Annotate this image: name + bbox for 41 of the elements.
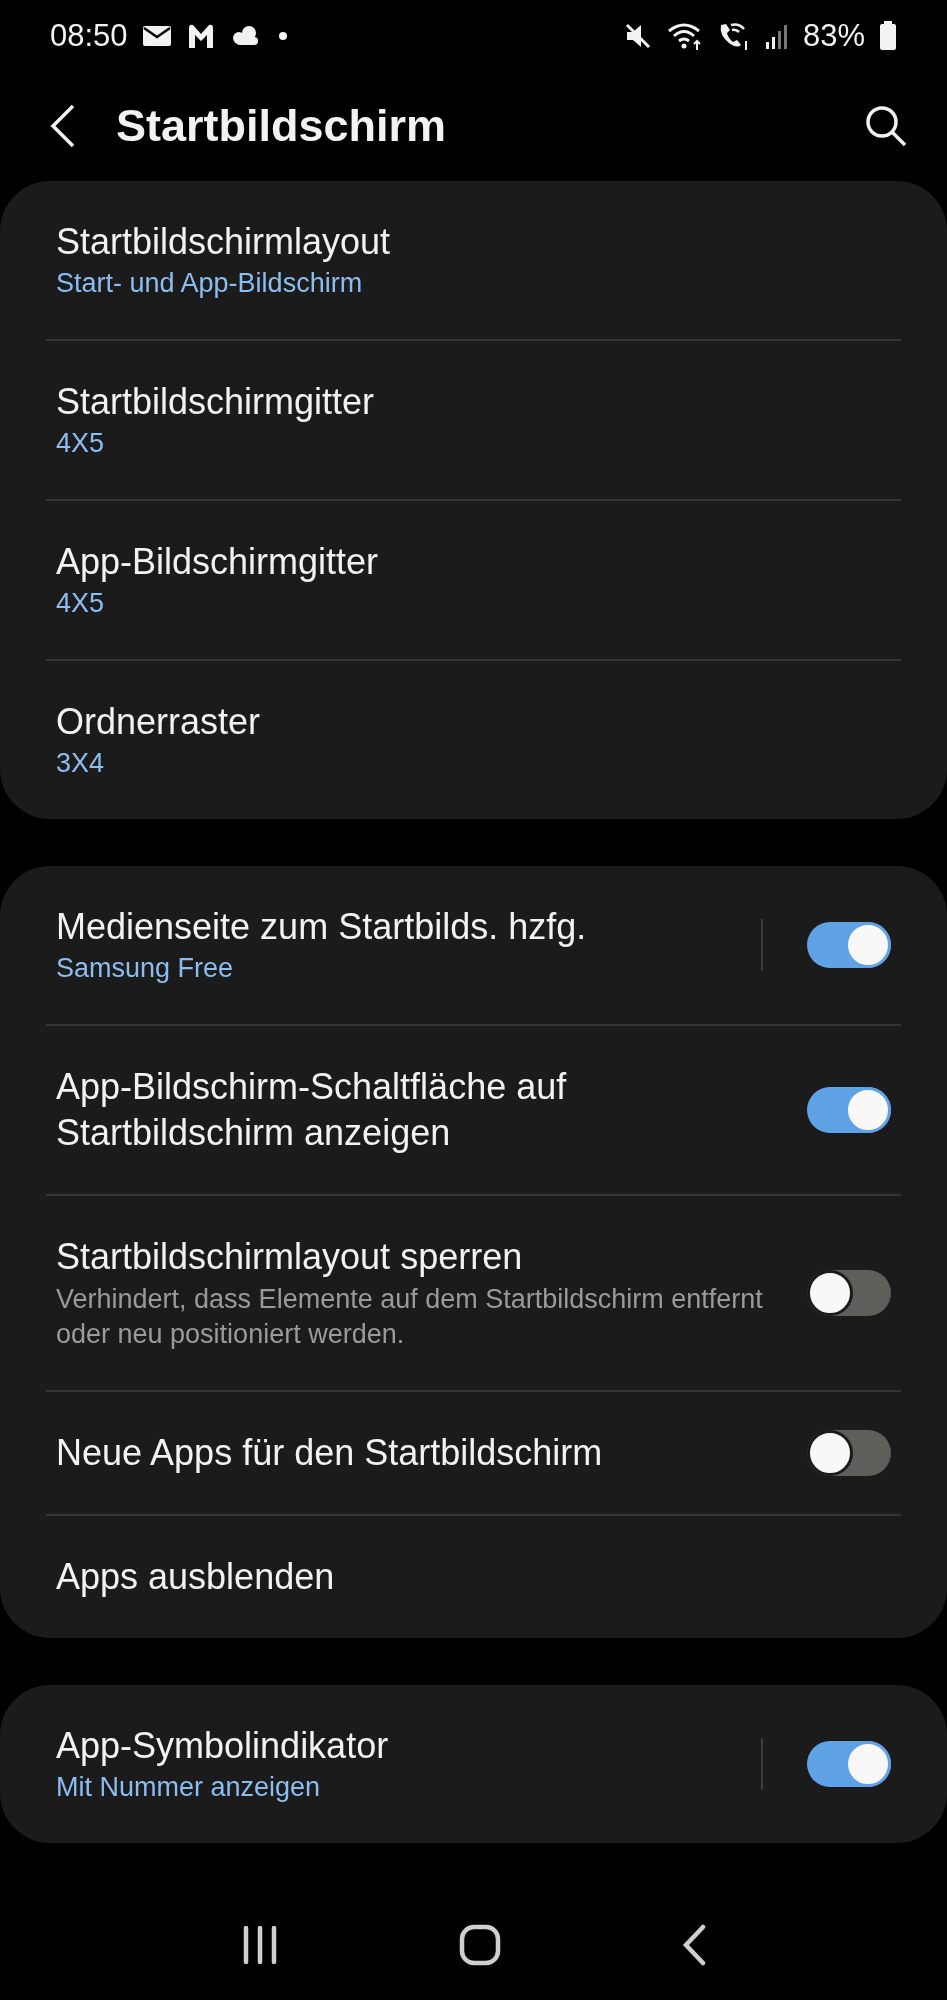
settings-item[interactable]: Ordnerraster 3X4 [0,661,947,819]
settings-item[interactable]: Startbildschirmgitter 4X5 [0,341,947,499]
item-value: Start- und App-Bildschirm [56,267,364,300]
item-value: 4X5 [56,587,106,620]
battery-percentage: 83% [802,17,865,54]
item-title: Startbildschirmgitter [56,380,376,424]
toggle-switch[interactable] [807,1430,891,1476]
item-title: Startbildschirmlayout [56,220,392,264]
toggle-switch[interactable] [807,1087,891,1133]
settings-item[interactable]: App-Bildschirm-Schaltfläche auf Startbildschirm anzeigen [0,1026,947,1194]
settings-item[interactable]: Apps ausblenden [0,1516,947,1638]
item-value: Samsung Free [56,952,235,985]
toggle-switch[interactable] [807,1270,891,1316]
item-value: 3X4 [56,747,106,780]
settings-item[interactable]: Startbildschirmlayout sperren Verhindert, dass Elemente auf dem Startbildschirm entfernt oder neu positioniert werden. [0,1196,947,1390]
item-value: Mit Nummer anzeigen [56,1771,322,1804]
back-icon[interactable] [50,104,76,149]
settings-item[interactable]: App-Symbolindikator Mit Nummer anzeigen [0,1685,947,1843]
battery-icon [879,20,897,51]
item-title: Ordnerraster [56,700,262,744]
search-icon[interactable] [865,105,907,148]
item-title: Apps ausblenden [56,1555,336,1599]
item-title: App-Symbolindikator [56,1724,390,1768]
settings-item[interactable]: Medienseite zum Startbilds. hzfg. Samsung Free [0,866,947,1024]
toggle-switch[interactable] [807,922,891,968]
back-icon[interactable] [681,1924,708,1966]
item-value: 4X5 [56,427,106,460]
mail-icon [141,24,172,47]
settings-item[interactable]: Neue Apps für den Startbildschirm [0,1392,947,1514]
item-title: App-Bildschirm-Schaltfläche auf Startbildschirm anzeigen [56,1065,568,1155]
item-title: Startbildschirmlayout sperren [56,1235,524,1279]
item-title: Medienseite zum Startbilds. hzfg. [56,905,588,949]
settings-item[interactable]: App-Bildschirmgitter 4X5 [0,501,947,659]
settings-item[interactable]: Startbildschirmlayout Start- und App-Bildschirm [0,181,947,339]
item-title: App-Bildschirmgitter [56,540,380,584]
item-description: Verhindert, dass Elemente auf dem Startbildschirm entfernt oder neu positioniert werden. [56,1283,764,1351]
home-icon[interactable] [459,1924,502,1966]
clock: 08:50 [50,17,128,54]
item-title: Neue Apps für den Startbildschirm [56,1431,604,1475]
toggle-switch[interactable] [807,1741,891,1787]
page-title: Startbildschirm [116,100,448,153]
